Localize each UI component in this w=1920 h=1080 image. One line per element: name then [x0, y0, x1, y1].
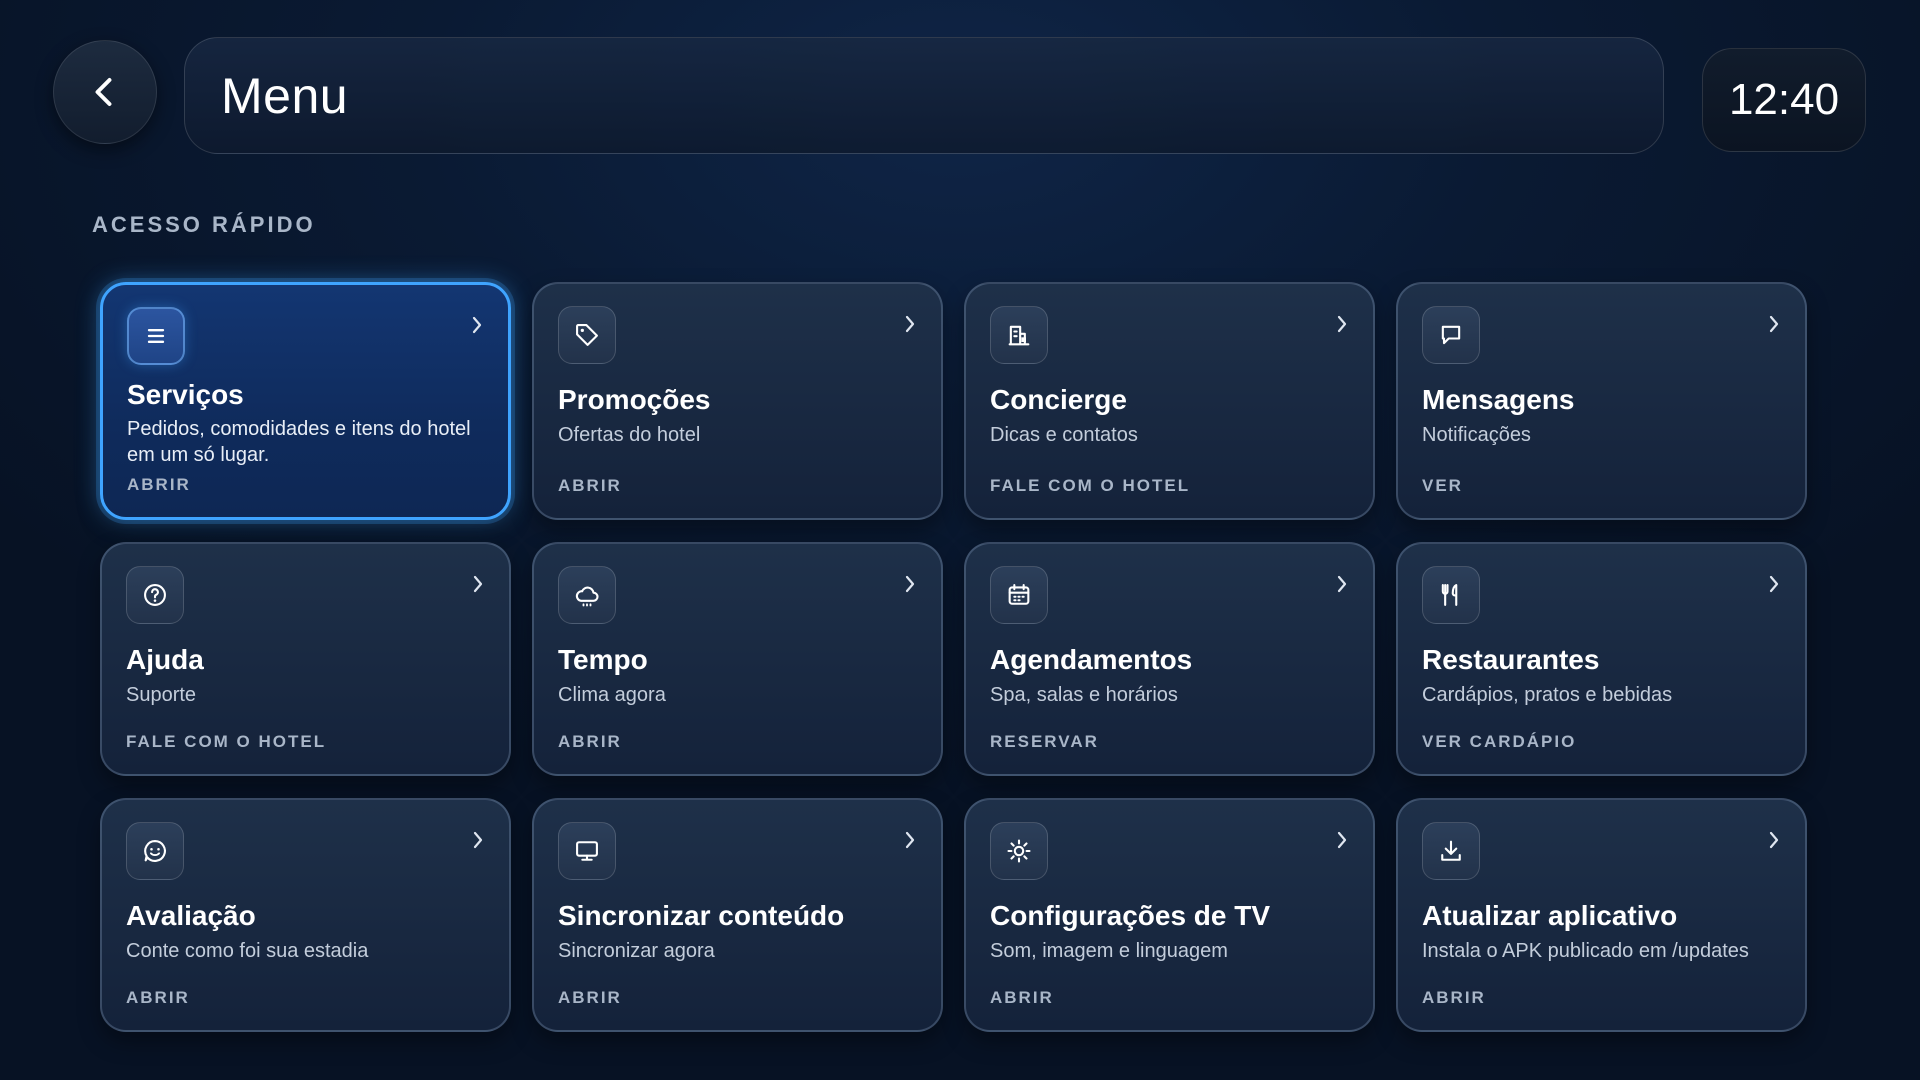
- back-button[interactable]: [53, 40, 157, 144]
- chevron-right-icon: [901, 572, 919, 596]
- cloud-icon: [558, 566, 616, 624]
- card-action: ABRIR: [558, 988, 622, 1007]
- chevron-right-icon: [1333, 312, 1351, 336]
- card-action: ABRIR: [558, 476, 622, 495]
- calendar-icon: [990, 566, 1048, 624]
- card-configuracoes-tv[interactable]: Configurações de TV Som, imagem e lingua…: [964, 798, 1375, 1032]
- card-ajuda[interactable]: Ajuda Suporte FALE COM O HOTEL: [100, 542, 511, 776]
- chevron-right-icon: [901, 312, 919, 336]
- card-tempo[interactable]: Tempo Clima agora ABRIR: [532, 542, 943, 776]
- chevron-right-icon: [468, 313, 486, 337]
- card-subtitle: Dicas e contatos: [990, 424, 1138, 446]
- chevron-right-icon: [1765, 312, 1783, 336]
- quick-access-grid: Serviços Pedidos, comodidades e itens do…: [100, 282, 1810, 1032]
- card-subtitle: Suporte: [126, 684, 197, 706]
- card-restaurantes[interactable]: Restaurantes Cardápios, pratos e bebidas…: [1396, 542, 1807, 776]
- card-subtitle: Notificações: [1422, 424, 1531, 446]
- card-title: Agendamentos: [990, 644, 1193, 675]
- card-action: ABRIR: [558, 732, 622, 751]
- title-bar: Menu: [184, 37, 1664, 154]
- card-action: VER CARDÁPIO: [1422, 732, 1577, 751]
- sun-icon: [990, 822, 1048, 880]
- card-action: FALE COM O HOTEL: [126, 732, 327, 751]
- card-action: ABRIR: [127, 475, 191, 494]
- card-title: Atualizar aplicativo: [1422, 900, 1678, 931]
- card-action: VER: [1422, 476, 1463, 495]
- message-icon: [1422, 306, 1480, 364]
- card-subtitle: Conte como foi sua estadia: [126, 940, 369, 962]
- page-title: Menu: [221, 67, 349, 124]
- card-action: ABRIR: [126, 988, 190, 1007]
- chevron-left-icon: [95, 78, 112, 106]
- card-title: Ajuda: [126, 644, 204, 675]
- list-icon: [127, 307, 185, 365]
- card-servicos[interactable]: Serviços Pedidos, comodidades e itens do…: [100, 282, 511, 520]
- concierge-icon: [990, 306, 1048, 364]
- card-subtitle: Pedidos, comodidades e itens do hotel em…: [127, 418, 471, 466]
- card-avaliacao[interactable]: Avaliação Conte como foi sua estadia ABR…: [100, 798, 511, 1032]
- card-action: FALE COM O HOTEL: [990, 476, 1191, 495]
- card-mensagens[interactable]: Mensagens Notificações VER: [1396, 282, 1807, 520]
- section-label: ACESSO RÁPIDO: [92, 212, 316, 237]
- card-concierge[interactable]: Concierge Dicas e contatos FALE COM O HO…: [964, 282, 1375, 520]
- chevron-right-icon: [1333, 828, 1351, 852]
- tag-icon: [558, 306, 616, 364]
- card-promocoes[interactable]: Promoções Ofertas do hotel ABRIR: [532, 282, 943, 520]
- card-subtitle: Cardápios, pratos e bebidas: [1422, 684, 1673, 706]
- card-subtitle: Ofertas do hotel: [558, 424, 701, 446]
- utensils-icon: [1422, 566, 1480, 624]
- card-subtitle: Instala o APK publicado em /updates: [1422, 940, 1749, 962]
- card-title: Serviços: [127, 379, 244, 410]
- card-sincronizar[interactable]: Sincronizar conteúdo Sincronizar agora A…: [532, 798, 943, 1032]
- card-title: Restaurantes: [1422, 644, 1600, 675]
- chevron-right-icon: [1765, 828, 1783, 852]
- chevron-right-icon: [469, 572, 487, 596]
- card-title: Concierge: [990, 384, 1127, 415]
- chevron-right-icon: [1333, 572, 1351, 596]
- card-action: ABRIR: [990, 988, 1054, 1007]
- card-subtitle: Spa, salas e horários: [990, 684, 1178, 706]
- card-subtitle: Clima agora: [558, 684, 666, 706]
- card-title: Mensagens: [1422, 384, 1575, 415]
- card-title: Configurações de TV: [990, 900, 1271, 931]
- monitor-icon: [558, 822, 616, 880]
- card-subtitle: Sincronizar agora: [558, 940, 715, 962]
- card-subtitle: Som, imagem e linguagem: [990, 940, 1228, 962]
- card-action: ABRIR: [1422, 988, 1486, 1007]
- card-atualizar-aplicativo[interactable]: Atualizar aplicativo Instala o APK publi…: [1396, 798, 1807, 1032]
- card-title: Sincronizar conteúdo: [558, 900, 845, 931]
- help-icon: [126, 566, 184, 624]
- chevron-right-icon: [469, 828, 487, 852]
- smile-icon: [126, 822, 184, 880]
- clock: 12:40: [1702, 48, 1866, 152]
- card-title: Promoções: [558, 384, 711, 415]
- chevron-right-icon: [1765, 572, 1783, 596]
- download-icon: [1422, 822, 1480, 880]
- card-agendamentos[interactable]: Agendamentos Spa, salas e horários RESER…: [964, 542, 1375, 776]
- card-title: Avaliação: [126, 900, 256, 931]
- card-title: Tempo: [558, 644, 648, 675]
- card-action: RESERVAR: [990, 732, 1099, 751]
- chevron-right-icon: [901, 828, 919, 852]
